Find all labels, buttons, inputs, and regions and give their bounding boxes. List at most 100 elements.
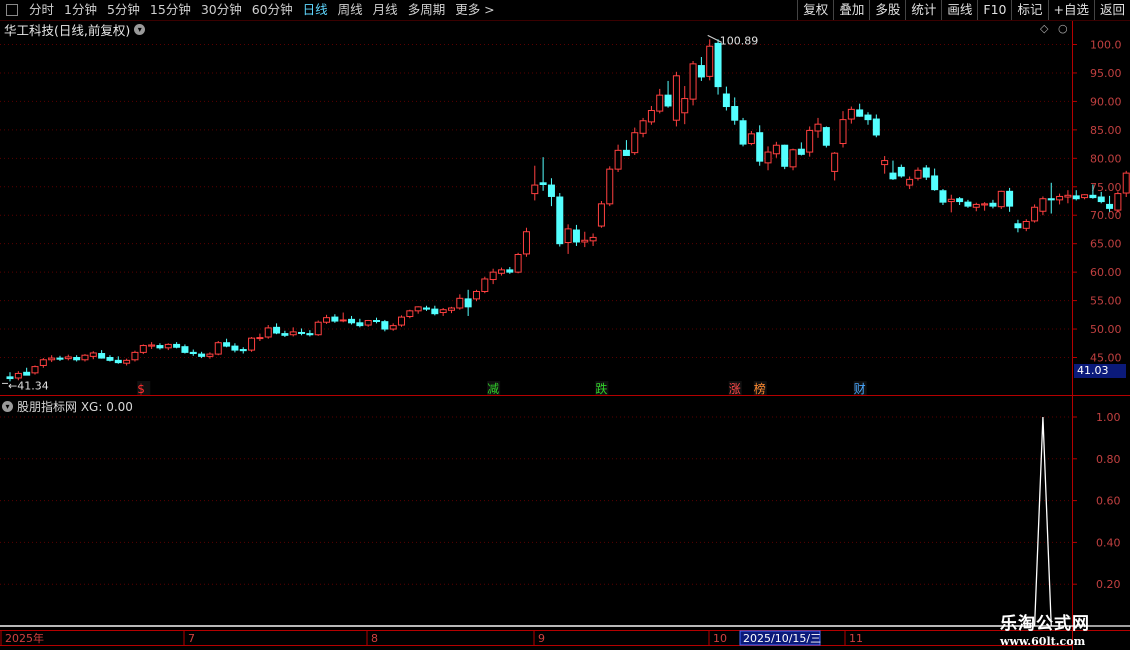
candle — [214, 340, 222, 356]
candle-body — [947, 198, 955, 203]
date-label: 11 — [849, 632, 863, 645]
candle — [606, 166, 614, 207]
candle — [781, 144, 789, 170]
candle-body — [1122, 172, 1130, 194]
candle-body — [806, 129, 814, 153]
candle-body — [697, 65, 705, 78]
candle-body — [298, 331, 306, 334]
y-tick-label: 95.00 — [1090, 67, 1122, 80]
candle — [1014, 219, 1022, 233]
candle — [506, 267, 514, 274]
candle — [614, 144, 622, 172]
candle — [939, 189, 947, 205]
candle — [914, 167, 922, 181]
candle — [81, 354, 89, 362]
candle-body — [614, 149, 622, 170]
candle — [398, 315, 406, 327]
candle — [423, 305, 430, 311]
candle-body — [897, 166, 905, 177]
candle-body — [831, 152, 839, 172]
watermark-url: www.60lt.com — [1000, 635, 1086, 648]
candle-body — [506, 269, 514, 273]
candle-body — [323, 317, 331, 323]
candle-body — [348, 318, 356, 324]
candle-body — [364, 320, 372, 326]
date-axis: 2025年 7 8 9 10 2025/10/15/三 11 — [0, 630, 863, 646]
y-tick-label: 0.80 — [1096, 453, 1121, 466]
candle-body — [1039, 198, 1047, 212]
candle-body — [64, 356, 72, 360]
candle-body — [664, 94, 672, 107]
candle — [1022, 219, 1030, 232]
candle — [464, 289, 472, 316]
candle — [1039, 196, 1047, 216]
candle — [98, 350, 106, 359]
candle-body — [189, 351, 197, 355]
y-tick-label: 0.60 — [1096, 495, 1121, 508]
candle — [772, 141, 780, 158]
candle-body — [239, 349, 247, 352]
candle — [373, 317, 381, 324]
candle-body — [339, 319, 347, 322]
candle-body — [906, 178, 914, 186]
candle-body — [331, 316, 339, 322]
candle — [522, 227, 530, 257]
candle — [298, 328, 306, 336]
candle-body — [547, 184, 555, 197]
candle — [897, 164, 905, 178]
y-tick-label: 0.20 — [1096, 578, 1121, 591]
candle-body — [23, 371, 31, 376]
candle-body — [273, 326, 281, 334]
candle-body — [1072, 195, 1080, 200]
candle-body — [497, 269, 505, 274]
candle-body — [839, 119, 847, 145]
candle-body — [939, 190, 947, 203]
candle — [1006, 187, 1014, 212]
candle-body — [789, 149, 797, 168]
date-label: 9 — [538, 632, 545, 645]
candle-body — [881, 160, 889, 166]
candle-body — [814, 123, 822, 132]
candle — [223, 338, 231, 348]
candle-body — [772, 144, 780, 155]
candle — [947, 194, 955, 213]
candle — [531, 165, 539, 201]
candle — [789, 148, 797, 171]
kline-chart[interactable]: 100.0 95.00 90.00 85.00 80.00 75.00 70.00 65.00… — [0, 0, 1130, 650]
candle — [664, 80, 672, 108]
candle-body — [181, 346, 189, 353]
candle-body — [73, 357, 81, 361]
candle — [597, 201, 605, 228]
candle — [139, 344, 147, 355]
candle — [1064, 190, 1072, 204]
min-label: ←41.34 — [8, 379, 49, 392]
candle-body — [414, 306, 422, 312]
candle — [972, 202, 980, 212]
candle — [1072, 190, 1080, 201]
candle — [264, 325, 272, 339]
candle — [56, 355, 64, 361]
price-axis: 100.0 95.00 90.00 85.00 80.00 75.00 70.00 65.00… — [0, 21, 1130, 650]
candle — [323, 314, 331, 324]
candle — [1056, 193, 1064, 205]
candle-body — [639, 120, 647, 134]
y-tick-label: 85.00 — [1090, 124, 1122, 137]
candle-body — [106, 357, 114, 361]
candle-body — [522, 231, 530, 255]
candle — [356, 318, 364, 328]
candle-body — [1064, 194, 1072, 198]
candle-body — [781, 144, 789, 167]
y-tick-label: 70.00 — [1090, 209, 1122, 222]
candle — [631, 127, 639, 155]
candle — [639, 117, 647, 138]
candle-body — [164, 343, 172, 349]
candle — [981, 202, 989, 211]
candle — [339, 312, 347, 323]
signal-marker: $ — [137, 382, 145, 396]
candle-body — [689, 63, 697, 100]
candle — [106, 355, 114, 362]
candle-body — [431, 308, 439, 315]
candle — [572, 224, 580, 246]
candle-body — [847, 108, 855, 120]
candle-body — [572, 229, 580, 243]
